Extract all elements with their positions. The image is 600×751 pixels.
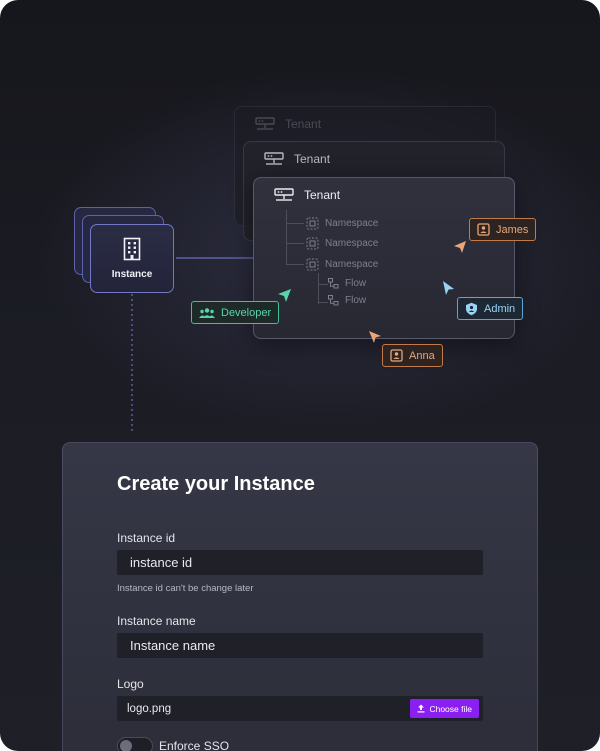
flow-icon	[328, 295, 339, 306]
choose-file-button[interactable]: Choose file	[410, 699, 479, 718]
server-icon	[274, 188, 294, 201]
choose-file-label: Choose file	[429, 703, 472, 714]
instance-id-label: Instance id	[117, 531, 176, 545]
building-icon	[123, 237, 141, 261]
logo-file-input[interactable]: logo.png Choose file	[117, 696, 483, 721]
instance-name-input[interactable]: Instance name	[117, 633, 483, 658]
namespace-icon	[306, 258, 319, 271]
tag-label: James	[496, 223, 529, 236]
server-icon	[255, 117, 275, 130]
tree-branch	[286, 243, 304, 244]
enforce-sso-toggle[interactable]	[117, 737, 153, 751]
flow-label: Flow	[345, 278, 367, 289]
namespace-label: Namespace	[325, 218, 379, 229]
tree-item-namespace: Namespace	[306, 258, 378, 271]
cursor-arrow-anna	[369, 331, 381, 343]
tag-label: Anna	[409, 349, 435, 362]
form-title: Create your Instance	[117, 473, 315, 495]
user-badge-icon	[477, 223, 490, 236]
instance-id-input[interactable]: instance id	[117, 550, 483, 575]
user-tag-anna: Anna	[382, 344, 443, 367]
instance-id-hint: Instance id can't be change later	[117, 583, 254, 594]
tree-item-flow: Flow	[328, 295, 366, 306]
tree-branch	[286, 264, 304, 265]
cursor-arrow-developer	[278, 289, 291, 302]
instance-label: Instance	[111, 269, 153, 280]
instance-name-value: Instance name	[130, 638, 216, 653]
user-badge-icon	[390, 349, 403, 362]
flow-icon	[328, 278, 339, 289]
instance-name-label: Instance name	[117, 614, 196, 628]
tree-item-namespace: Namespace	[306, 237, 378, 250]
tree-item-namespace: Namespace	[306, 217, 378, 230]
user-tag-james: James	[469, 218, 537, 241]
canvas: Tenant Tenant Tenant Namespace Namespace…	[0, 0, 600, 751]
toggle-knob	[120, 740, 132, 751]
flow-label: Flow	[345, 295, 367, 306]
tag-label: Developer	[221, 306, 272, 319]
tree-line	[318, 273, 319, 304]
upload-icon	[417, 704, 425, 713]
tenant-label: Tenant	[304, 188, 341, 202]
namespace-icon	[306, 237, 319, 250]
role-tag-developer: Developer	[191, 301, 280, 324]
tree-branch	[318, 302, 328, 303]
tree-line	[286, 210, 287, 264]
role-tag-admin: Admin	[457, 297, 524, 320]
tree-item-flow: Flow	[328, 278, 366, 289]
tree-branch	[318, 284, 328, 285]
namespace-icon	[306, 217, 319, 230]
tenant-label: Tenant	[294, 152, 331, 166]
logo-file-name: logo.png	[127, 702, 172, 715]
create-instance-form: Create your Instance Instance id instanc…	[62, 442, 538, 751]
shield-user-icon	[466, 302, 477, 315]
instance-card[interactable]: Instance	[90, 224, 174, 293]
logo-label: Logo	[117, 677, 144, 691]
cursor-arrow-admin	[443, 281, 454, 295]
namespace-label: Namespace	[325, 259, 379, 270]
group-icon	[199, 307, 215, 318]
server-icon	[264, 152, 284, 165]
tenant-label: Tenant	[285, 117, 322, 131]
tag-label: Admin	[484, 302, 516, 315]
instance-id-value: instance id	[130, 555, 193, 570]
enforce-sso-label: Enforce SSO	[159, 739, 230, 751]
cursor-arrow-james	[454, 241, 466, 253]
namespace-label: Namespace	[325, 238, 379, 249]
tree-branch	[286, 223, 304, 224]
